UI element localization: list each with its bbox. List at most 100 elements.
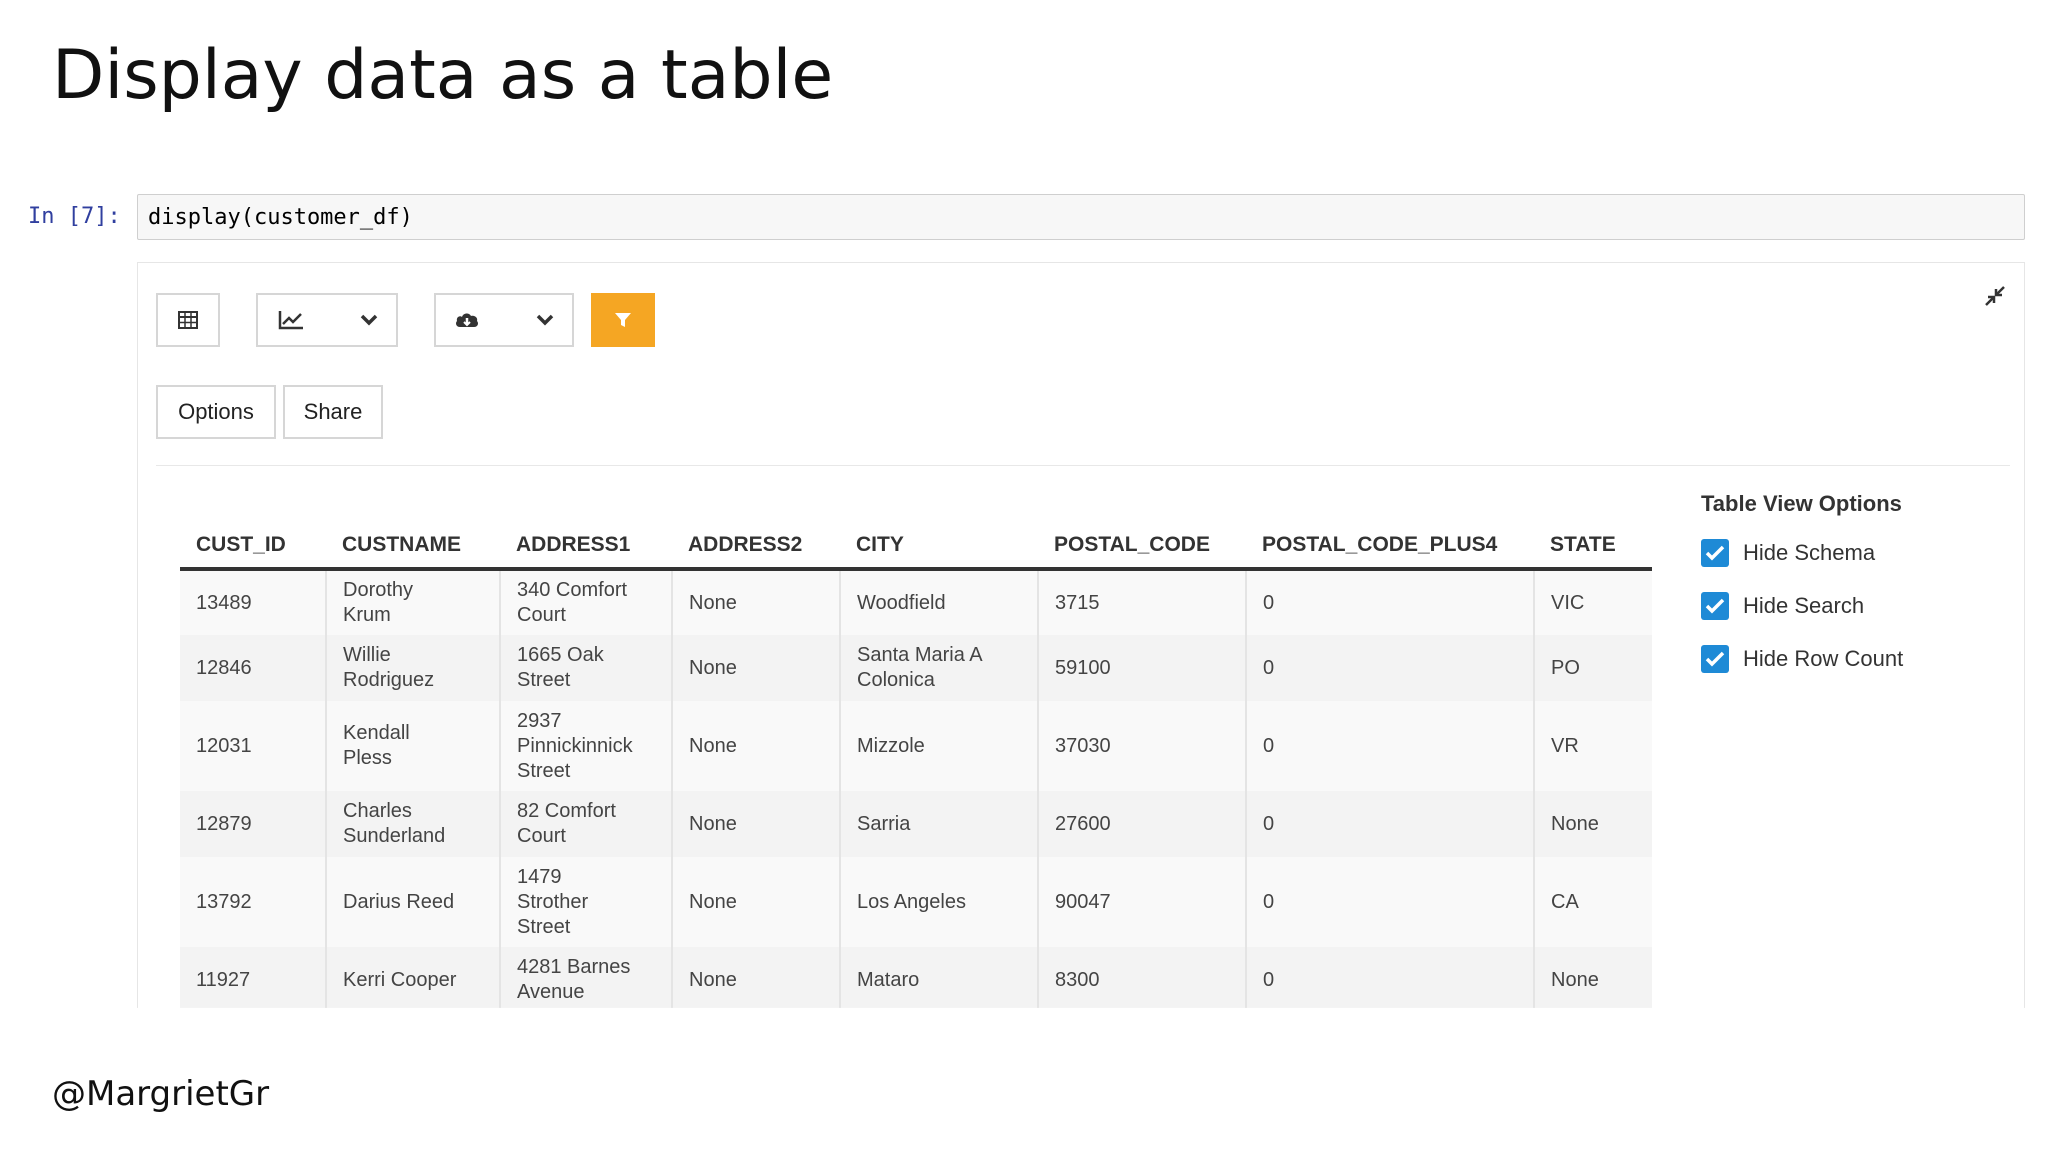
data-table: CUST_ID CUSTNAME ADDRESS1 ADDRESS2 CITY … [180, 517, 1652, 1008]
slide-title: Display data as a table [52, 36, 834, 115]
table-cell: None [672, 947, 841, 1008]
table-cell: Darius Reed [326, 857, 501, 947]
footer-handle: @MargrietGr [52, 1074, 270, 1114]
cell-text: 1479 Strother Street [517, 865, 589, 938]
table-cell: 82 Comfort Court [500, 791, 673, 857]
column-header[interactable]: CUSTNAME [326, 517, 500, 571]
table-cell: 0 [1246, 791, 1535, 857]
table-row: 12879 Charles Sunderland 82 Comfort Court N… [180, 791, 1652, 857]
cell-text: 1665 Oak Street [517, 644, 604, 691]
table-cell: 1479 Strother Street [500, 857, 673, 947]
table-cell: 11927 [180, 947, 327, 1008]
filter-button[interactable] [591, 293, 655, 347]
table-cell: None [1534, 791, 1652, 857]
column-header[interactable]: CITY [840, 517, 1038, 571]
fade-overlay [0, 1006, 2048, 1026]
table-cell: Mizzole [840, 701, 1039, 791]
table-cell: None [672, 635, 841, 701]
cell-text: None [689, 812, 737, 835]
table-cell: None [672, 701, 841, 791]
cell-text: None [689, 656, 737, 679]
chart-menu-button[interactable] [256, 293, 398, 347]
cell-text: Darius Reed [343, 890, 455, 913]
cell-text: Dorothy Krum [343, 579, 414, 626]
cell-text: 340 Comfort Court [517, 579, 628, 626]
cell-text: Sarria [857, 812, 911, 835]
table-header-row: CUST_ID CUSTNAME ADDRESS1 ADDRESS2 CITY … [180, 517, 1652, 571]
table-cell: 59100 [1038, 635, 1247, 701]
cell-text: VR [1551, 734, 1579, 757]
cell-text: None [1551, 968, 1599, 991]
collapse-icon[interactable] [1984, 285, 2006, 312]
cell-text: 90047 [1055, 890, 1111, 913]
cell-text: 3715 [1055, 591, 1100, 614]
table-cell: 340 Comfort Court [500, 569, 673, 635]
cell-text: 27600 [1055, 812, 1111, 835]
cell-text: Willie Rodriguez [343, 644, 435, 691]
chevron-down-icon [360, 314, 378, 326]
table-cell: CA [1534, 857, 1652, 947]
cell-text: Mataro [857, 968, 920, 991]
table-cell: Charles Sunderland [326, 791, 501, 857]
column-header[interactable]: POSTAL_CODE [1038, 517, 1246, 571]
cell-text: None [689, 890, 737, 913]
table-cell: VR [1534, 701, 1652, 791]
cell-prompt: In [7]: [28, 204, 121, 229]
table-cell: 0 [1246, 701, 1535, 791]
table-view-button[interactable] [156, 293, 220, 347]
checkbox-checked-icon[interactable] [1701, 539, 1729, 567]
table-cell: 0 [1246, 857, 1535, 947]
option-hide-schema[interactable]: Hide Schema [1701, 537, 1903, 569]
code-text[interactable]: display(customer_df) [148, 205, 413, 230]
table-cell: 27600 [1038, 791, 1247, 857]
table-cell: None [672, 791, 841, 857]
cell-text: 0 [1263, 812, 1275, 835]
table-cell: PO [1534, 635, 1652, 701]
option-hide-row-count[interactable]: Hide Row Count [1701, 643, 1903, 675]
table-cell: Kerri Cooper [326, 947, 501, 1008]
table-cell: 3715 [1038, 569, 1247, 635]
download-menu-button[interactable] [434, 293, 574, 347]
table-cell: Kendall Pless [326, 701, 501, 791]
cell-text: 59100 [1055, 656, 1111, 679]
cell-text: Woodfield [857, 591, 946, 614]
table-cell: 0 [1246, 947, 1535, 1008]
table-cell: 13792 [180, 857, 327, 947]
cell-text: 0 [1263, 656, 1275, 679]
table-cell: 12031 [180, 701, 327, 791]
cell-text: Kerri Cooper [343, 968, 457, 991]
cell-text: Kendall Pless [343, 722, 410, 769]
table-cell: None [1534, 947, 1652, 1008]
cell-text: 82 Comfort Court [517, 800, 616, 847]
checkbox-checked-icon[interactable] [1701, 645, 1729, 673]
option-label: Hide Schema [1743, 540, 1876, 565]
option-hide-search[interactable]: Hide Search [1701, 590, 1903, 622]
table-row: 13489 Dorothy Krum 340 Comfort Court None Wo… [180, 569, 1652, 635]
cell-text: PO [1551, 656, 1580, 679]
cell-text: 0 [1263, 591, 1275, 614]
column-header[interactable]: CUST_ID [180, 517, 326, 571]
table-cell: 8300 [1038, 947, 1247, 1008]
cell-text: 8300 [1055, 968, 1100, 991]
code-cell[interactable]: display(customer_df) [137, 194, 2025, 240]
cell-text: None [1551, 812, 1599, 835]
table-row: 12846 Willie Rodriguez 1665 Oak Street None… [180, 635, 1652, 701]
table-cell: 2937 Pinnickinnick Street [500, 701, 673, 791]
share-button[interactable]: Share [283, 385, 383, 439]
cell-text: 12031 [196, 734, 252, 757]
options-button[interactable]: Options [156, 385, 276, 439]
cell-text: Mizzole [857, 734, 925, 757]
checkbox-checked-icon[interactable] [1701, 592, 1729, 620]
table-cell: Sarria [840, 791, 1039, 857]
column-header[interactable]: ADDRESS2 [672, 517, 840, 571]
table-cell: 1665 Oak Street [500, 635, 673, 701]
table-cell: None [672, 569, 841, 635]
table-body: 13489 Dorothy Krum 340 Comfort Court None Wo… [180, 569, 1652, 1008]
cell-text: 4281 Barnes Avenue [517, 956, 631, 1003]
option-label: Hide Row Count [1743, 646, 1904, 671]
cell-text: 12846 [196, 656, 252, 679]
column-header[interactable]: POSTAL_CODE_PLUS4 [1246, 517, 1534, 571]
table-cell: 90047 [1038, 857, 1247, 947]
column-header[interactable]: STATE [1534, 517, 1652, 571]
column-header[interactable]: ADDRESS1 [500, 517, 672, 571]
